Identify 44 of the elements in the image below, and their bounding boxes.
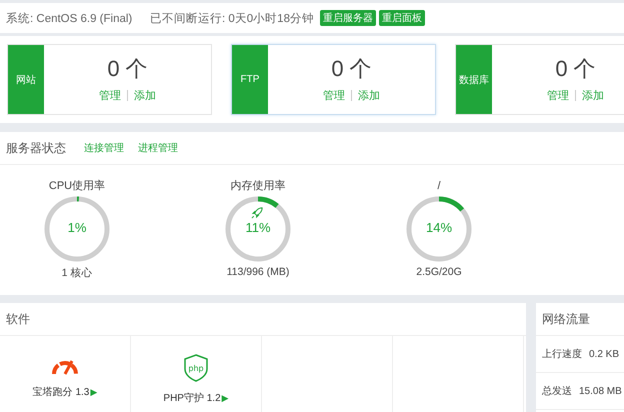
usage-ring: [406, 196, 472, 262]
php-shield-icon: php: [183, 354, 209, 382]
traffic-value: 0.2 KB: [589, 348, 620, 360]
usage-detail: 113/996 (MB): [226, 266, 290, 278]
traffic-label: 上行速度: [542, 348, 582, 361]
usage-detail: 1 核心: [62, 266, 92, 280]
usage-detail: 2.5G/20G: [416, 266, 462, 278]
rocket-icon[interactable]: [251, 206, 264, 219]
add-link[interactable]: 添加: [358, 88, 380, 103]
item-count: 0 个: [331, 55, 372, 83]
usage-ring: [225, 196, 291, 262]
panel-link[interactable]: 进程管理: [138, 141, 178, 155]
gauge-title: /: [437, 179, 441, 193]
gauge-title: 内存使用率: [230, 179, 286, 193]
manage-link[interactable]: 管理: [547, 88, 569, 103]
software-item[interactable]: 宝塔跑分 1.3▶: [32, 385, 98, 399]
link-divider: [127, 90, 128, 101]
panel-title: 网络流量: [542, 310, 590, 328]
card-label: FTP: [232, 45, 268, 114]
item-count: 0 个: [555, 55, 596, 83]
usage-percent: 11%: [244, 220, 272, 235]
traffic-label: 总发送: [542, 384, 572, 398]
card-label: 数据库: [456, 45, 492, 114]
usage-percent: 14%: [424, 220, 454, 235]
gauge-title: CPU使用率: [48, 179, 106, 193]
item-count: 0 个: [107, 55, 148, 83]
restart-button[interactable]: 重启面板: [378, 10, 425, 26]
add-link[interactable]: 添加: [582, 88, 604, 103]
card-label: 网站: [8, 45, 44, 114]
usage-percent: 1%: [66, 220, 88, 235]
panel-title: 软件: [6, 310, 30, 328]
link-divider: [351, 90, 352, 101]
uptime-text: 已不间断运行: 0天0小时18分钟: [150, 12, 314, 26]
manage-link[interactable]: 管理: [323, 88, 345, 103]
restart-button[interactable]: 重启服务器: [320, 10, 376, 26]
software-item[interactable]: PHP守护 1.2▶: [163, 391, 229, 405]
usage-ring: [44, 196, 110, 262]
link-divider: [575, 90, 576, 101]
system-info: 系统: CentOS 6.9 (Final): [6, 11, 134, 26]
add-link[interactable]: 添加: [134, 88, 156, 103]
traffic-value: 15.08 MB: [579, 386, 622, 396]
panel-link[interactable]: 连接管理: [84, 141, 124, 155]
panel-title: 服务器状态: [6, 140, 66, 156]
manage-link[interactable]: 管理: [99, 88, 121, 103]
